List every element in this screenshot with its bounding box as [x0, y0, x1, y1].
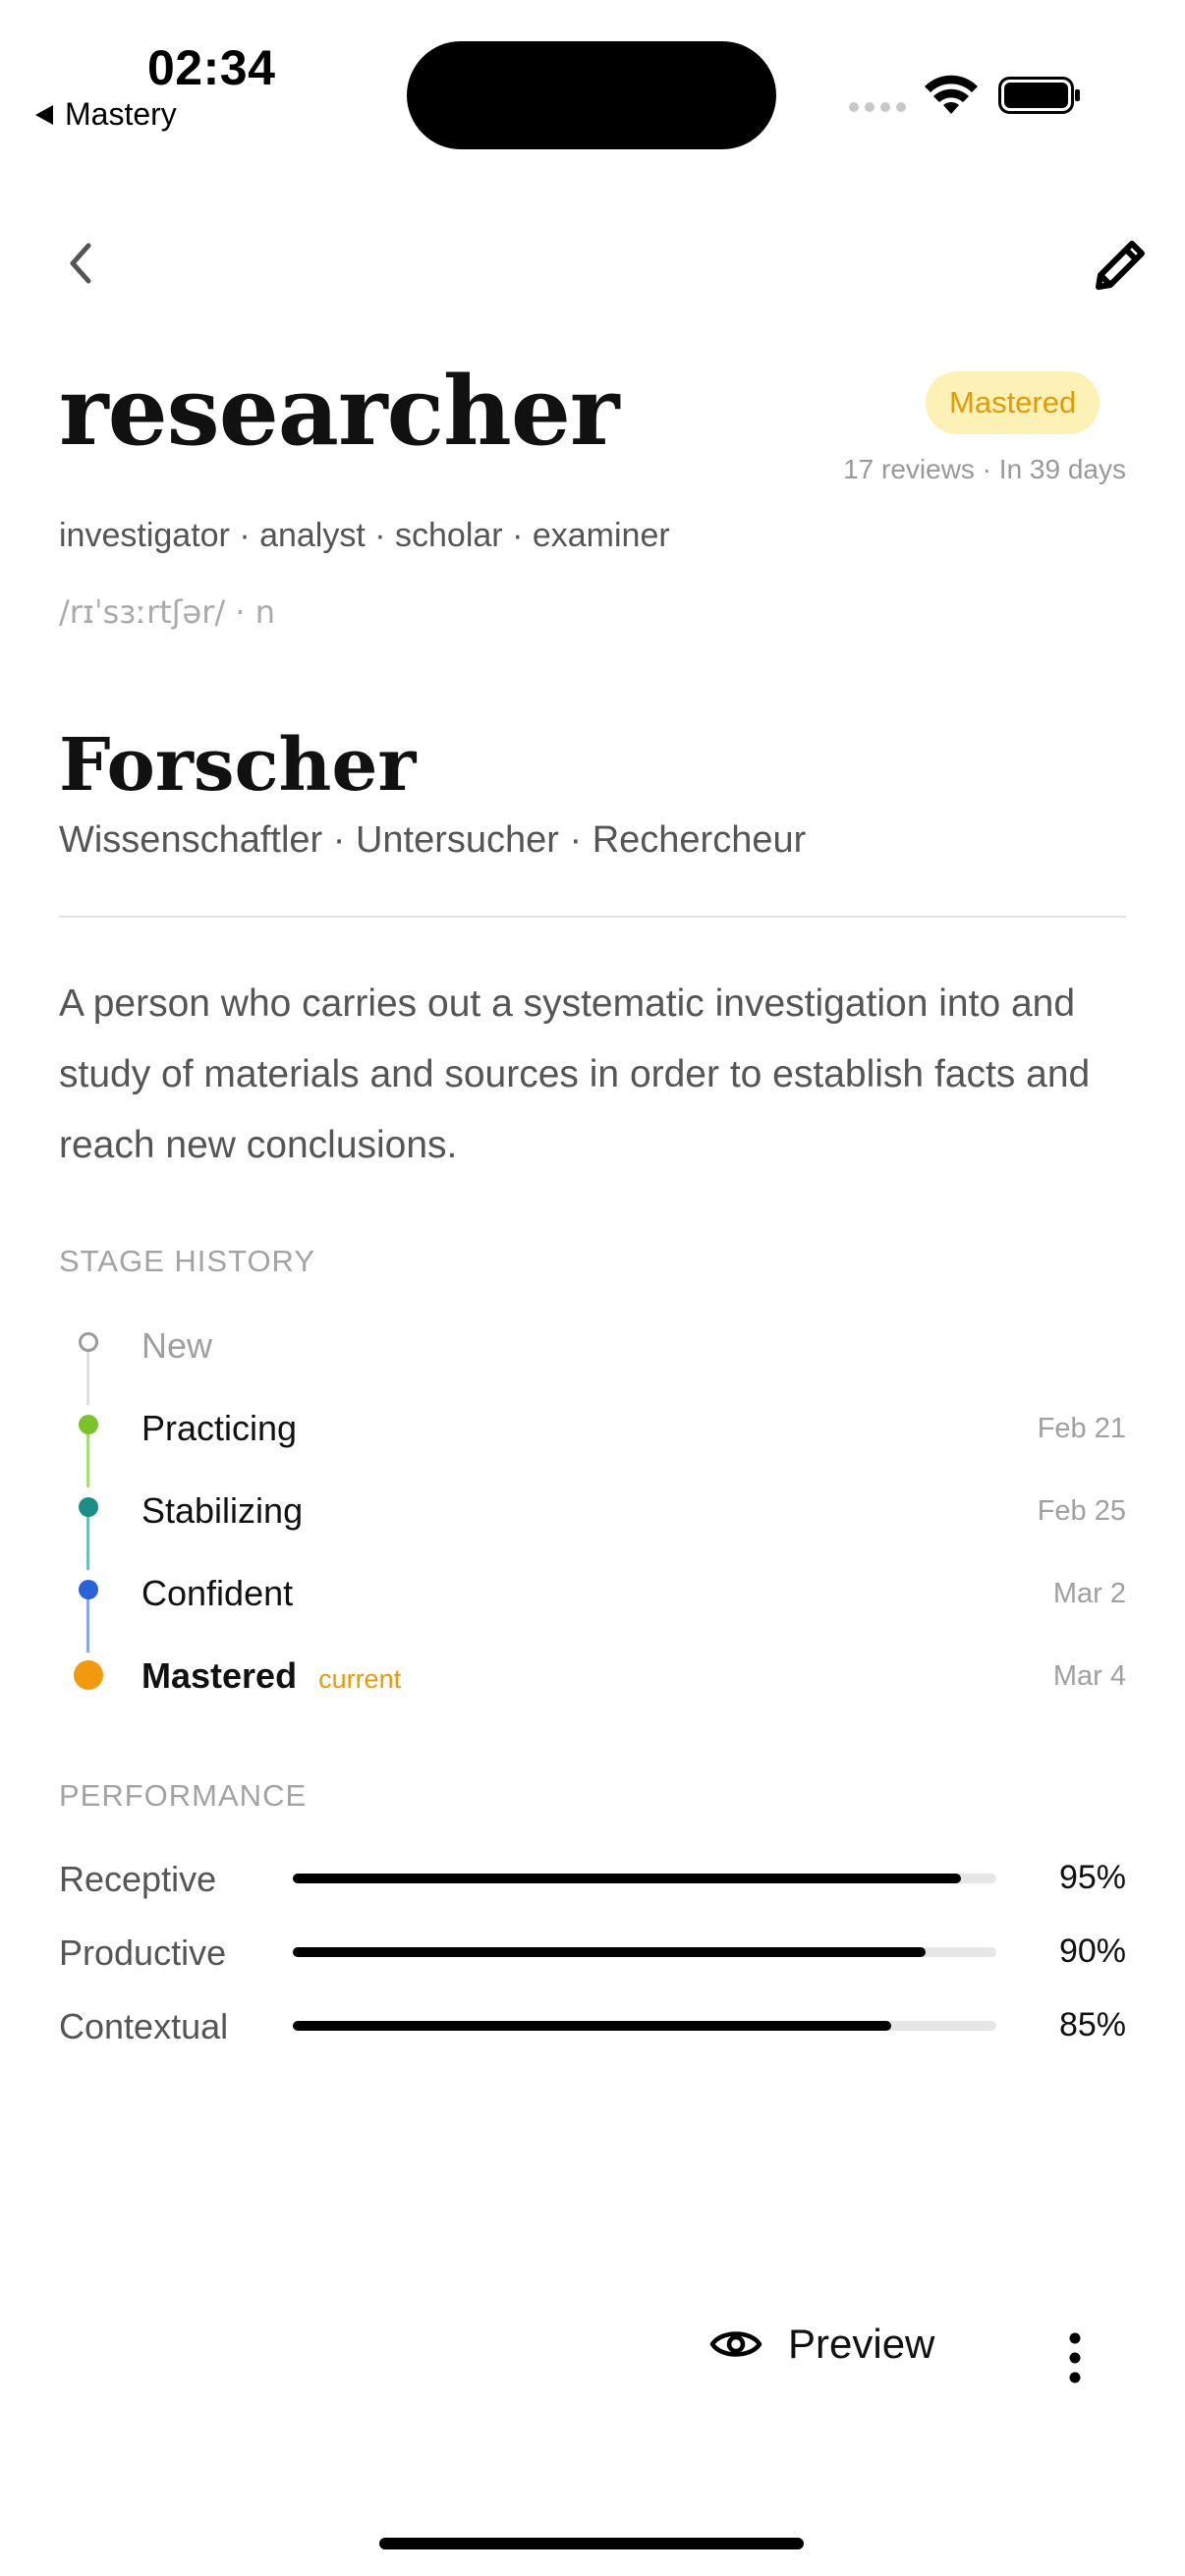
review-info: 17 reviews · In 39 days	[843, 454, 1126, 484]
stage-label: Confident	[141, 1573, 294, 1613]
cellular-signal-icon	[849, 102, 906, 112]
preview-label: Preview	[788, 2321, 935, 2367]
timeline-line	[86, 1597, 89, 1652]
home-indicator[interactable]	[379, 2538, 804, 2549]
pencil-icon[interactable]	[1089, 232, 1154, 297]
synonyms-list: investigator · analyst · scholar · exami…	[59, 517, 670, 554]
status-badge: Mastered	[926, 371, 1100, 434]
stage-dot-icon	[79, 1332, 98, 1352]
battery-icon	[998, 77, 1080, 114]
stage-date: Feb 25	[1037, 1495, 1126, 1527]
translation-main: Forscher	[59, 723, 417, 808]
metric-label: Contextual	[59, 2006, 229, 2046]
more-vertical-icon[interactable]	[1063, 2330, 1087, 2385]
timeline-line	[86, 1515, 89, 1570]
metric-bar-fill	[293, 2021, 891, 2031]
stage-row-new: New	[59, 1316, 1126, 1375]
timeline-line	[86, 1350, 89, 1405]
metric-bar-track	[293, 2021, 996, 2031]
timeline-line	[86, 1432, 89, 1487]
stage-row-practicing: Practicing Feb 21	[59, 1399, 1126, 1458]
stage-dot-icon	[79, 1497, 98, 1517]
stage-date: Feb 21	[1037, 1413, 1126, 1444]
current-stage-tag: current	[318, 1664, 402, 1694]
back-app-label: Mastery	[65, 96, 177, 132]
metric-label: Productive	[59, 1932, 227, 1973]
stage-dot-icon	[79, 1415, 98, 1434]
stage-label-wrap: Mastered current	[141, 1647, 401, 1708]
stage-label: Practicing	[141, 1408, 298, 1448]
metric-percent: 90%	[1058, 1932, 1126, 1970]
stage-label: Stabilizing	[141, 1490, 304, 1531]
status-time: 02:34	[147, 40, 276, 95]
performance-title: PERFORMANCE	[59, 1778, 308, 1813]
metric-bar-track	[293, 1874, 996, 1883]
stage-date: Mar 4	[1052, 1660, 1126, 1692]
stage-row-stabilizing: Stabilizing Feb 25	[59, 1482, 1126, 1540]
stage-history-title: STAGE HISTORY	[59, 1244, 316, 1278]
definition-text: A person who carries out a systematic in…	[59, 982, 1091, 1166]
stage-label: New	[141, 1325, 213, 1366]
dynamic-island	[407, 41, 776, 149]
metric-label: Receptive	[59, 1859, 217, 1899]
stage-date: Mar 2	[1052, 1578, 1126, 1609]
metric-bar-track	[293, 1947, 996, 1957]
back-triangle-icon	[35, 104, 53, 125]
metric-percent: 95%	[1058, 1859, 1126, 1896]
translation-alternatives: Wissenschaftler · Untersucher · Recherch…	[59, 819, 807, 861]
metric-bar-fill	[293, 1947, 927, 1957]
stage-label: Mastered	[141, 1655, 298, 1696]
eye-icon	[709, 2331, 762, 2357]
word-title: researcher	[59, 356, 619, 467]
pronunciation: /rɪˈsɜːrtʃər/ · n	[59, 593, 275, 631]
stage-dot-icon	[79, 1580, 98, 1599]
preview-button[interactable]: Preview	[709, 2321, 934, 2368]
stage-row-confident: Confident Mar 2	[59, 1564, 1126, 1623]
chevron-left-icon[interactable]	[59, 236, 102, 291]
metric-bar-fill	[293, 1874, 962, 1883]
divider	[59, 916, 1126, 918]
stage-row-mastered: Mastered current Mar 4	[59, 1647, 1126, 1706]
metric-percent: 85%	[1058, 2006, 1126, 2044]
wifi-icon	[925, 75, 978, 114]
back-to-app-link[interactable]: Mastery	[35, 96, 177, 133]
stage-dot-icon	[74, 1660, 103, 1690]
